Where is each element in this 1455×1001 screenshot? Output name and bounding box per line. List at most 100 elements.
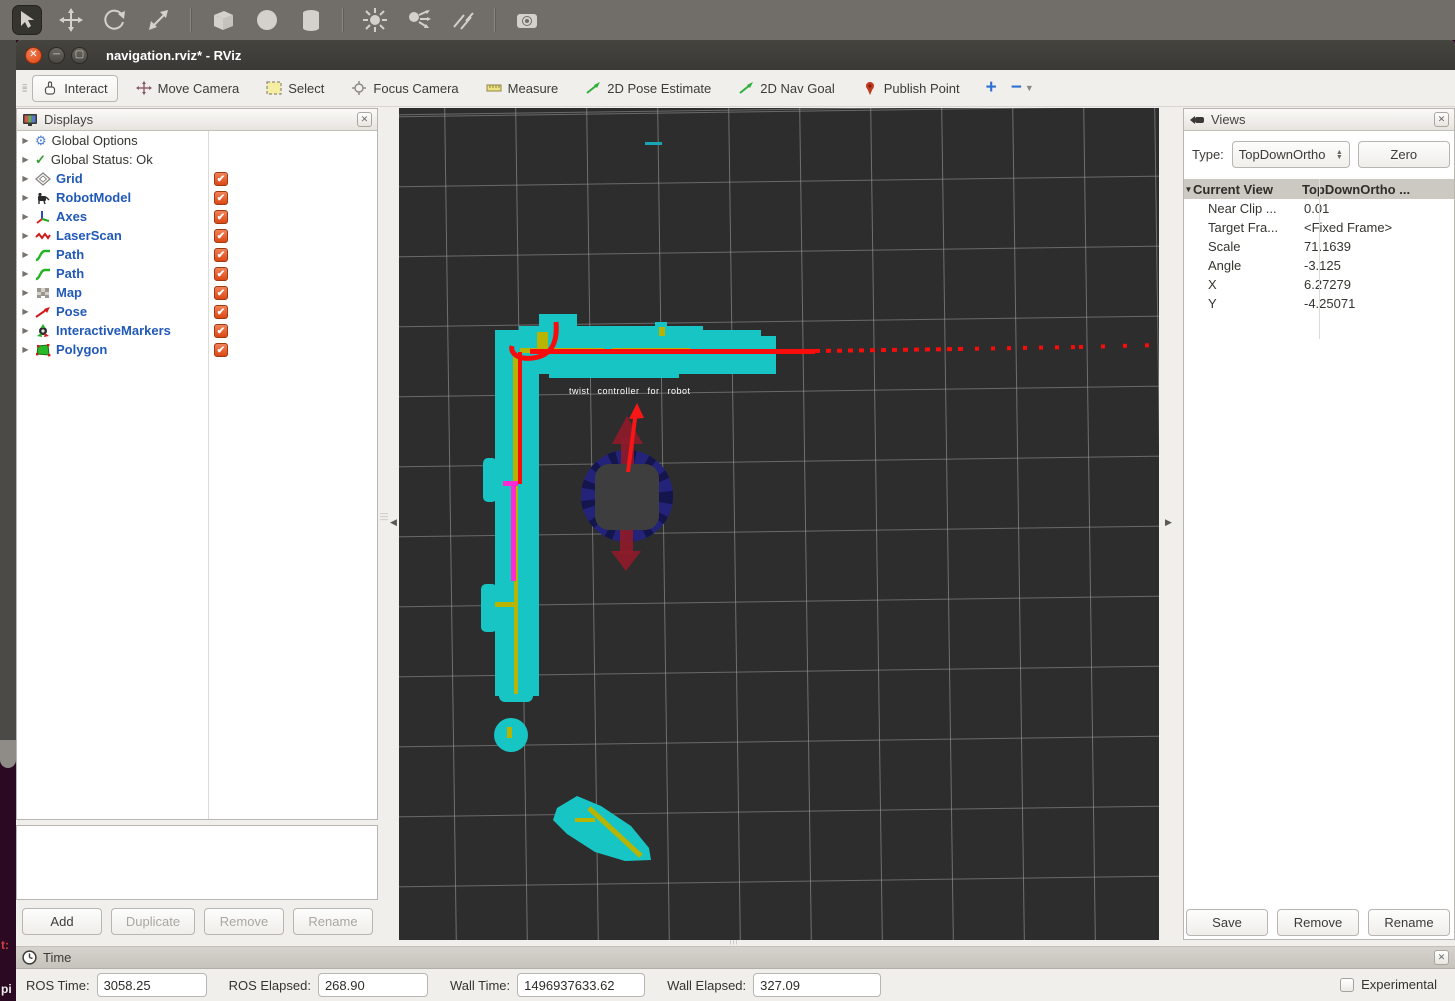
zero-button[interactable]: Zero (1358, 141, 1450, 168)
robot-body[interactable] (595, 464, 659, 530)
expander-icon[interactable]: ▶ (21, 345, 30, 354)
select-arrow-icon[interactable] (12, 5, 42, 35)
ros-elapsed-input[interactable] (318, 973, 428, 997)
expander-icon[interactable]: ▶ (21, 250, 30, 259)
views-close-icon[interactable]: ✕ (1434, 112, 1449, 127)
tool-interact[interactable]: Interact (32, 75, 117, 102)
grid-checkbox[interactable]: ✔ (214, 172, 228, 186)
expander-icon[interactable]: ▶ (21, 193, 30, 202)
display-row-polygon[interactable]: ▶ Polygon ✔ (17, 340, 377, 359)
prop-name: Scale (1184, 239, 1298, 254)
views-column-divider[interactable] (1319, 179, 1320, 339)
display-row-interactivemarkers[interactable]: ▶ InteractiveMarkers ✔ (17, 321, 377, 340)
tool-2d-nav-goal[interactable]: 2D Nav Goal (729, 76, 843, 101)
add-button[interactable]: Add (22, 908, 102, 935)
spot-light-icon[interactable] (404, 5, 434, 35)
expander-icon[interactable]: ▶ (21, 155, 30, 164)
expander-icon[interactable]: ▶ (21, 174, 30, 183)
toolbar-grip[interactable]: ≡≡ (22, 84, 28, 92)
titlebar[interactable]: ✕ ─ ▢ navigation.rviz* - RViz (16, 40, 1455, 70)
duplicate-button[interactable]: Duplicate (111, 908, 195, 935)
display-row-pose[interactable]: ▶ Pose ✔ (17, 302, 377, 321)
remove-tool-button[interactable]: − (1011, 77, 1022, 99)
tool-2d-pose-estimate[interactable]: 2D Pose Estimate (576, 76, 720, 101)
path1-checkbox[interactable]: ✔ (214, 248, 228, 262)
spinner-icon[interactable]: ▲▼ (1336, 150, 1343, 160)
map-checkbox[interactable]: ✔ (214, 286, 228, 300)
display-row-laserscan[interactable]: ▶ LaserScan ✔ (17, 226, 377, 245)
views-panel-header[interactable]: Views ✕ (1184, 109, 1454, 131)
remove-button[interactable]: Remove (204, 908, 284, 935)
window-close-button[interactable]: ✕ (25, 47, 42, 64)
tool-measure[interactable]: Measure (477, 76, 568, 101)
display-row-path-2[interactable]: ▶ Path ✔ (17, 264, 377, 283)
expander-icon[interactable]: ▶ (21, 269, 30, 278)
tool-focus-camera[interactable]: Focus Camera (342, 76, 467, 101)
pose-icon (35, 305, 51, 319)
laserscan-icon (35, 229, 51, 243)
displays-panel-header[interactable]: Displays ✕ (17, 109, 377, 131)
display-row-global-status[interactable]: ▶ ✓ Global Status: Ok (17, 150, 377, 169)
time-close-icon[interactable]: ✕ (1434, 950, 1449, 965)
displays-close-icon[interactable]: ✕ (357, 112, 372, 127)
views-rename-button[interactable]: Rename (1368, 909, 1450, 936)
display-row-path-1[interactable]: ▶ Path ✔ (17, 245, 377, 264)
background-panel-cap (0, 740, 16, 768)
sphere-icon[interactable] (252, 5, 282, 35)
display-row-robotmodel[interactable]: ▶ RobotModel ✔ (17, 188, 377, 207)
rotate-icon[interactable] (100, 5, 130, 35)
window-minimize-button[interactable]: ─ (48, 47, 65, 64)
collapse-left-panel-icon[interactable]: ◀ (390, 517, 397, 528)
3d-viewport[interactable]: twist controller for robot (399, 108, 1159, 940)
time-panel-header[interactable]: Time ✕ (16, 947, 1455, 969)
splitter-grip[interactable]: ——— (380, 512, 388, 521)
tool-move-camera[interactable]: Move Camera (127, 76, 249, 101)
directional-light-icon[interactable] (448, 5, 478, 35)
display-row-map[interactable]: ▶ Map ✔ (17, 283, 377, 302)
display-label: Path (56, 266, 84, 281)
window-maximize-button[interactable]: ▢ (71, 47, 88, 64)
gazebo-toolbar (0, 0, 1455, 40)
add-tool-button[interactable]: + (986, 77, 997, 99)
point-light-icon[interactable] (360, 5, 390, 35)
scale-icon[interactable] (144, 5, 174, 35)
time-panel: Time ✕ ROS Time: ROS Elapsed: Wall Time:… (16, 946, 1455, 1001)
translate-icon[interactable] (56, 5, 86, 35)
rename-button[interactable]: Rename (293, 908, 373, 935)
ros-time-input[interactable] (97, 973, 207, 997)
expander-icon[interactable]: ▶ (21, 136, 30, 145)
remove-tool-dropdown-icon[interactable]: ▼ (1025, 83, 1034, 93)
expander-icon[interactable]: ▶ (21, 288, 30, 297)
polygon-checkbox[interactable]: ✔ (214, 343, 228, 357)
expander-icon[interactable]: ▶ (21, 212, 30, 221)
column-divider[interactable] (208, 131, 209, 819)
cube-icon[interactable] (208, 5, 238, 35)
cylinder-icon[interactable] (296, 5, 326, 35)
tool-select[interactable]: Select (257, 76, 333, 101)
path2-checkbox[interactable]: ✔ (214, 267, 228, 281)
display-row-grid[interactable]: ▶ Grid ✔ (17, 169, 377, 188)
expander-icon[interactable]: ▶ (21, 307, 30, 316)
camera-icon[interactable] (512, 5, 542, 35)
display-row-axes[interactable]: ▶ Axes ✔ (17, 207, 377, 226)
views-remove-button[interactable]: Remove (1277, 909, 1359, 936)
robotmodel-checkbox[interactable]: ✔ (214, 191, 228, 205)
laserscan-checkbox[interactable]: ✔ (214, 229, 228, 243)
pose-checkbox[interactable]: ✔ (214, 305, 228, 319)
save-button[interactable]: Save (1186, 909, 1268, 936)
view-type-combobox[interactable]: TopDownOrtho ▲▼ (1232, 141, 1350, 168)
tool-publish-point[interactable]: Publish Point (853, 76, 969, 101)
wall-time-input[interactable] (517, 973, 645, 997)
interactivemarkers-checkbox[interactable]: ✔ (214, 324, 228, 338)
experimental-checkbox[interactable] (1340, 978, 1354, 992)
wall-elapsed-input[interactable] (753, 973, 881, 997)
expander-icon[interactable]: ▶ (21, 326, 30, 335)
rviz-toolbar: ≡≡ Interact Move Camera Select Focus Cam… (16, 70, 1455, 107)
axes-checkbox[interactable]: ✔ (214, 210, 228, 224)
status-ok-check-icon: ✓ (35, 152, 46, 168)
expander-icon[interactable]: ▼ (1184, 185, 1193, 194)
collapse-right-panel-icon[interactable]: ▶ (1165, 517, 1172, 528)
prop-value: <Fixed Frame> (1298, 220, 1392, 235)
expander-icon[interactable]: ▶ (21, 231, 30, 240)
display-row-global-options[interactable]: ▶ ⚙ Global Options (17, 131, 377, 150)
